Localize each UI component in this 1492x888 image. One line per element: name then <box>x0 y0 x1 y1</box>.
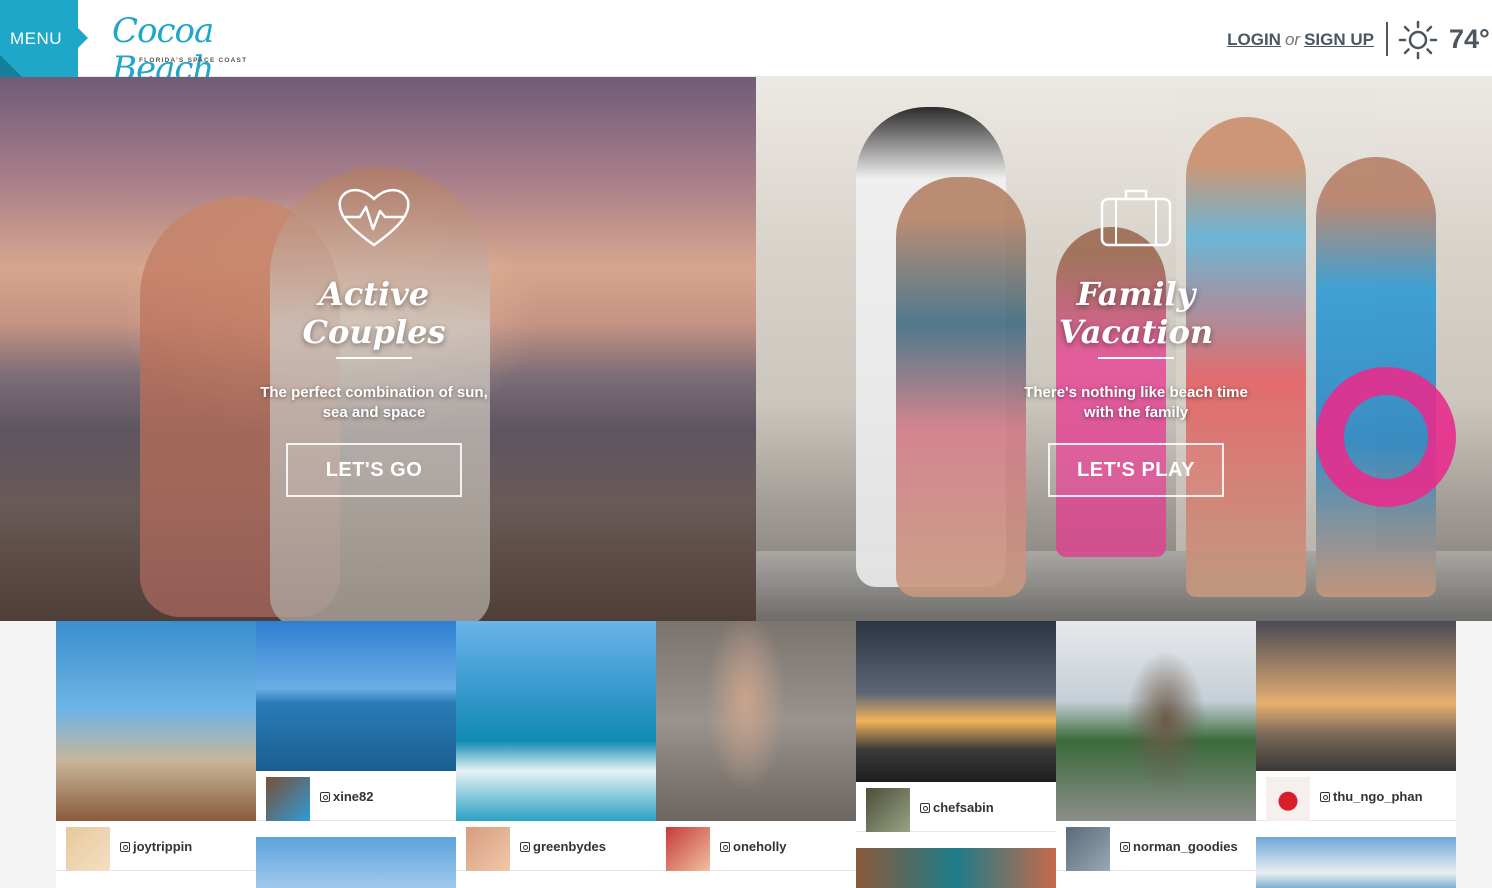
post-handle[interactable]: greenbydes <box>520 839 606 854</box>
handle-text: oneholly <box>733 839 787 854</box>
social-post[interactable]: xine82 <box>256 621 456 888</box>
handle-text: thu_ngo_phan <box>1333 789 1423 804</box>
post-handle[interactable]: norman_goodies <box>1120 839 1238 854</box>
menu-button[interactable]: MENU <box>0 0 88 77</box>
post-image <box>856 621 1056 782</box>
post-handle[interactable]: chefsabin <box>920 800 994 815</box>
post-meta: norman_goodies <box>1056 821 1256 871</box>
social-post[interactable]: thu_ngo_phan <box>1256 621 1456 888</box>
instagram-icon <box>720 842 730 852</box>
avatar <box>1066 827 1110 871</box>
social-feed: joytrippin xine82 greenbydes oneholly ch… <box>0 621 1492 888</box>
site-header: MENU Cocoa Beach FLORIDA'S SPACE COAST L… <box>0 0 1492 88</box>
avatar <box>866 788 910 832</box>
or-text: or <box>1284 30 1301 49</box>
family-vacation-card: Family Vacation There's nothing like bea… <box>1006 185 1266 497</box>
post-image <box>856 848 1056 888</box>
title-underline <box>1098 357 1174 359</box>
family-vacation-title: Family Vacation <box>1058 275 1214 351</box>
subtitle-line-1: There's nothing like beach time <box>1024 384 1248 401</box>
logo-tagline: FLORIDA'S SPACE COAST <box>139 57 248 64</box>
avatar <box>266 777 310 821</box>
title-underline <box>336 357 412 359</box>
post-handle[interactable]: joytrippin <box>120 839 192 854</box>
active-couples-card: Active Couples The perfect combination o… <box>244 185 504 497</box>
instagram-icon <box>520 842 530 852</box>
social-post[interactable]: joytrippin <box>56 621 256 888</box>
login-link[interactable]: LOGIN <box>1227 30 1281 49</box>
site-logo[interactable]: Cocoa Beach FLORIDA'S SPACE COAST <box>112 12 282 88</box>
instagram-icon <box>120 842 130 852</box>
family-vacation-subtitle: There's nothing like beach time with the… <box>1006 383 1266 423</box>
subtitle-line-1: The perfect combination of sun, <box>260 384 488 401</box>
handle-text: joytrippin <box>133 839 193 854</box>
subtitle-line-2: sea and space <box>322 404 426 421</box>
handle-text: chefsabin <box>933 800 994 815</box>
social-post[interactable]: greenbydes <box>456 621 656 888</box>
instagram-icon <box>920 803 930 813</box>
menu-label: MENU <box>10 28 63 48</box>
post-meta: oneholly <box>656 821 856 871</box>
post-meta: greenbydes <box>456 821 656 871</box>
active-couples-title: Active Couples <box>302 275 446 351</box>
instagram-icon <box>1120 842 1130 852</box>
post-image <box>456 621 656 821</box>
post-meta: joytrippin <box>56 821 256 871</box>
social-post[interactable]: norman_goodies <box>1056 621 1256 888</box>
auth-links: LOGIN or SIGN UP <box>1227 30 1374 50</box>
instagram-icon <box>320 792 330 802</box>
post-meta: chefsabin <box>856 782 1056 832</box>
post-image <box>1256 837 1456 888</box>
post-handle[interactable]: xine82 <box>320 789 373 804</box>
post-image <box>1056 621 1256 821</box>
hero-family-vacation[interactable]: Family Vacation There's nothing like bea… <box>756 77 1492 621</box>
signup-link[interactable]: SIGN UP <box>1304 30 1374 49</box>
handle-text: norman_goodies <box>1133 839 1238 854</box>
avatar <box>666 827 710 871</box>
menu-corner-decoration <box>0 55 22 77</box>
post-image <box>656 621 856 821</box>
avatar <box>66 827 110 871</box>
lets-play-button[interactable]: LET'S PLAY <box>1048 443 1224 497</box>
social-post[interactable]: chefsabin <box>856 621 1056 888</box>
sun-icon <box>1398 20 1438 60</box>
suitcase-icon <box>1100 189 1172 247</box>
header-divider <box>1386 22 1388 56</box>
handle-text: xine82 <box>333 789 374 804</box>
social-post[interactable]: oneholly <box>656 621 856 888</box>
subtitle-line-2: with the family <box>1083 404 1189 421</box>
active-couples-subtitle: The perfect combination of sun, sea and … <box>244 383 504 423</box>
post-meta: thu_ngo_phan <box>1256 771 1456 821</box>
post-handle[interactable]: oneholly <box>720 839 786 854</box>
avatar <box>466 827 510 871</box>
instagram-icon <box>1320 792 1330 802</box>
heart-pulse-icon <box>338 189 410 247</box>
hero-photo-pink-float <box>1316 367 1456 507</box>
hero-active-couples[interactable]: Active Couples The perfect combination o… <box>0 77 756 621</box>
post-image <box>1256 621 1456 771</box>
avatar <box>1266 777 1310 821</box>
temperature: 74° <box>1449 24 1490 54</box>
post-image <box>256 837 456 888</box>
post-meta: xine82 <box>256 771 456 821</box>
post-image <box>256 621 456 771</box>
post-image <box>56 621 256 821</box>
lets-go-button[interactable]: LET'S GO <box>286 443 462 497</box>
post-handle[interactable]: thu_ngo_phan <box>1320 789 1423 804</box>
handle-text: greenbydes <box>533 839 606 854</box>
